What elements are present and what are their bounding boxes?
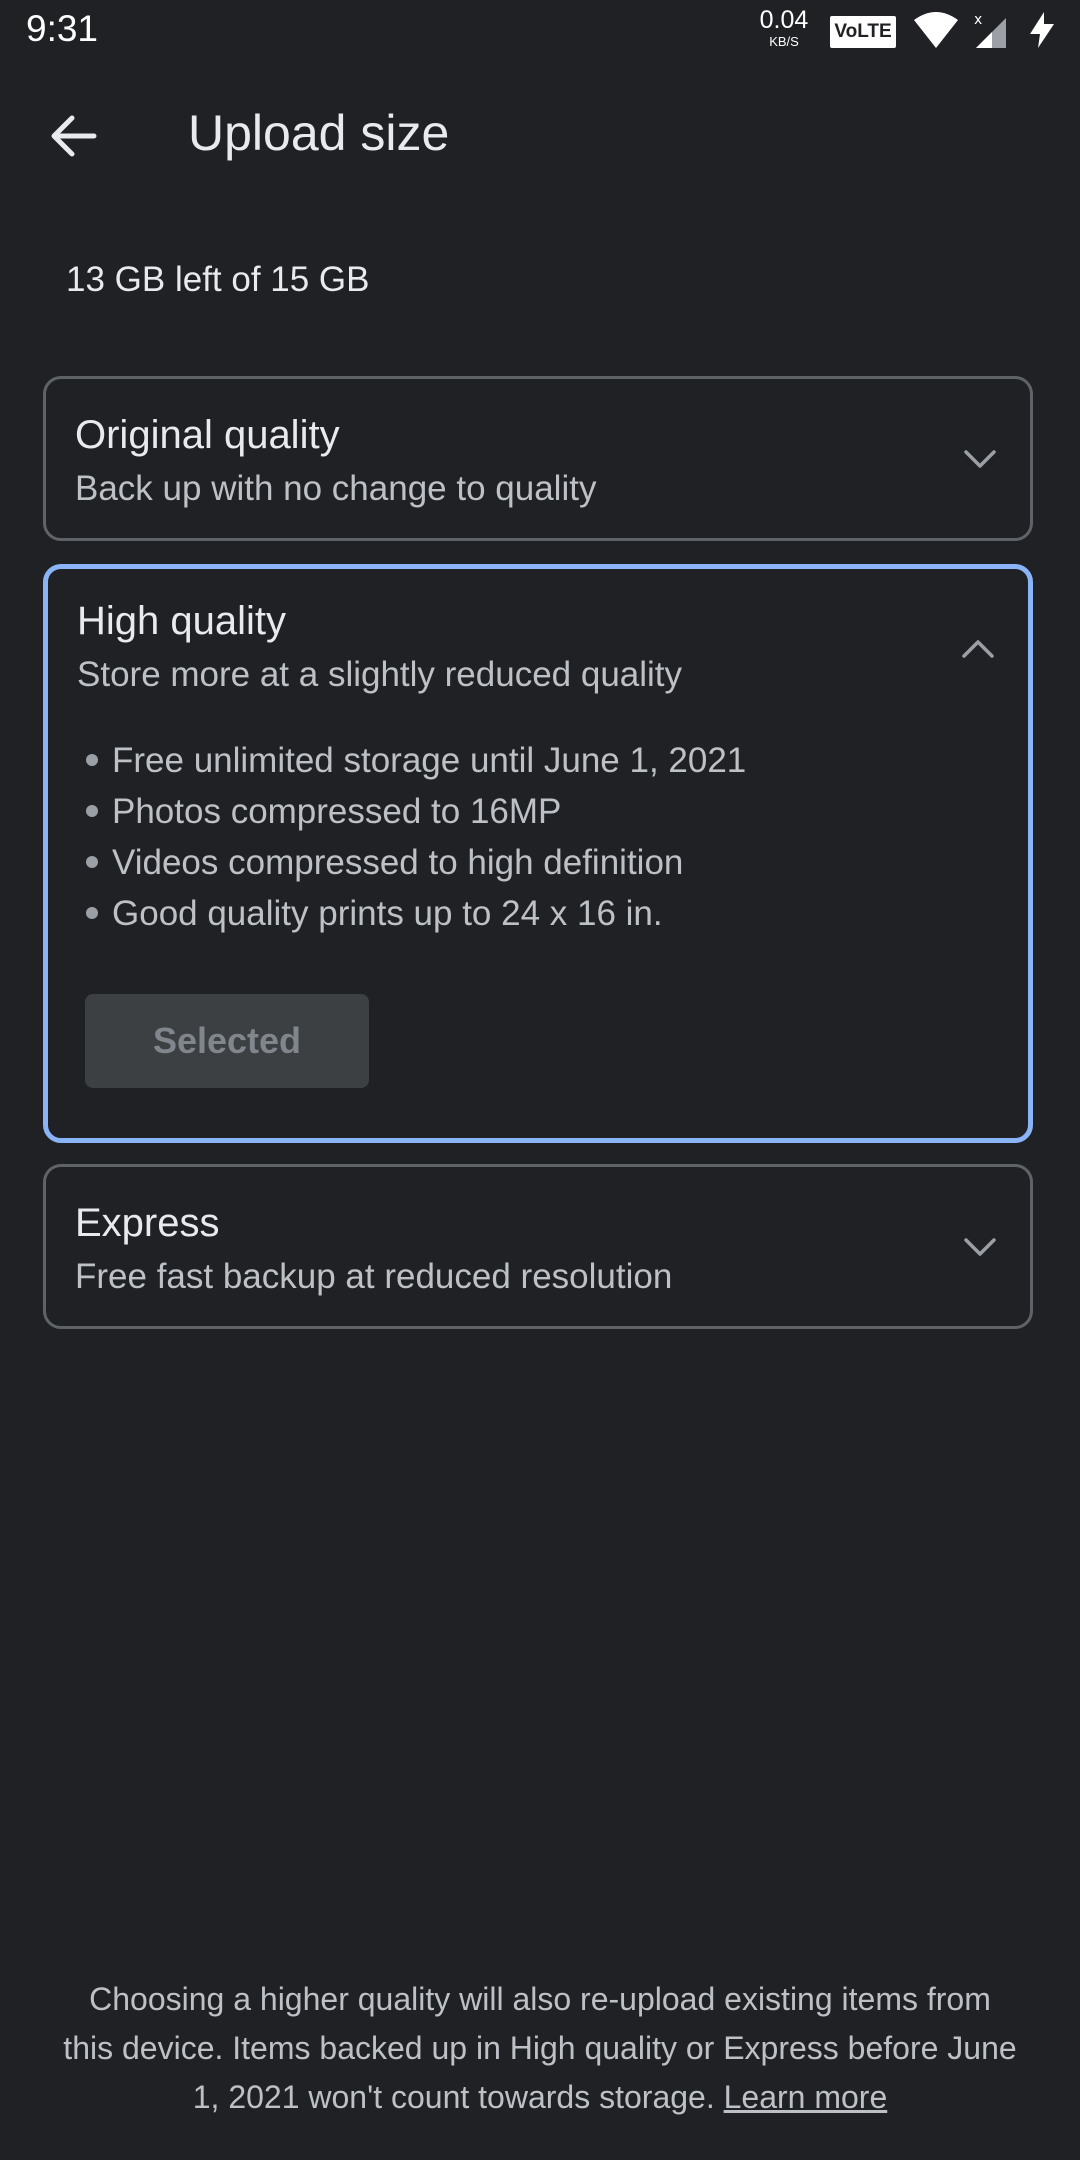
status-time: 9:31 [26, 8, 99, 49]
cell-signal-icon: x [970, 10, 1010, 55]
feature-item: Videos compressed to high definition [86, 837, 746, 888]
feature-text: Free unlimited storage until June 1, 202… [112, 741, 747, 780]
status-bar: 9:31 0.04 KB/S VoLTE x [0, 0, 1080, 60]
storage-remaining: 13 GB left of 15 GB [66, 260, 370, 299]
option-title: Original quality [75, 413, 340, 457]
learn-more-link[interactable]: Learn more [724, 2079, 888, 2115]
bullet-icon [86, 753, 98, 766]
page-title: Upload size [188, 105, 450, 161]
feature-item: Free unlimited storage until June 1, 202… [86, 735, 746, 786]
feature-text: Photos compressed to 16MP [112, 792, 562, 831]
option-high-quality[interactable]: High quality Store more at a slightly re… [43, 564, 1033, 1143]
chevron-down-icon[interactable] [960, 439, 1000, 479]
network-speed: 0.04 KB/S [758, 6, 810, 49]
network-speed-unit: KB/S [769, 34, 799, 49]
volte-badge: VoLTE [830, 16, 896, 48]
feature-text: Good quality prints up to 24 x 16 in. [112, 894, 663, 933]
feature-item: Good quality prints up to 24 x 16 in. [86, 888, 746, 939]
option-original-quality[interactable]: Original quality Back up with no change … [43, 376, 1033, 541]
app-bar: Upload size [0, 80, 1080, 192]
svg-text:x: x [974, 12, 982, 28]
feature-item: Photos compressed to 16MP [86, 786, 746, 837]
option-subtitle: Store more at a slightly reduced quality [77, 655, 683, 694]
feature-list: Free unlimited storage until June 1, 202… [86, 735, 746, 939]
option-subtitle: Free fast backup at reduced resolution [75, 1257, 673, 1296]
back-arrow-icon[interactable] [40, 102, 108, 170]
charging-icon [1026, 10, 1058, 55]
option-title: Express [75, 1201, 220, 1245]
footer-note: Choosing a higher quality will also re-u… [60, 1975, 1020, 2122]
chevron-down-icon[interactable] [960, 1227, 1000, 1267]
chevron-up-icon[interactable] [958, 629, 998, 669]
selected-button[interactable]: Selected [85, 994, 369, 1088]
bullet-icon [86, 804, 98, 817]
wifi-icon [912, 10, 960, 55]
bullet-icon [86, 906, 98, 919]
option-title: High quality [77, 599, 287, 643]
bullet-icon [86, 855, 98, 868]
network-speed-value: 0.04 [759, 6, 809, 34]
option-express[interactable]: Express Free fast backup at reduced reso… [43, 1164, 1033, 1329]
option-subtitle: Back up with no change to quality [75, 469, 597, 508]
feature-text: Videos compressed to high definition [112, 843, 684, 882]
